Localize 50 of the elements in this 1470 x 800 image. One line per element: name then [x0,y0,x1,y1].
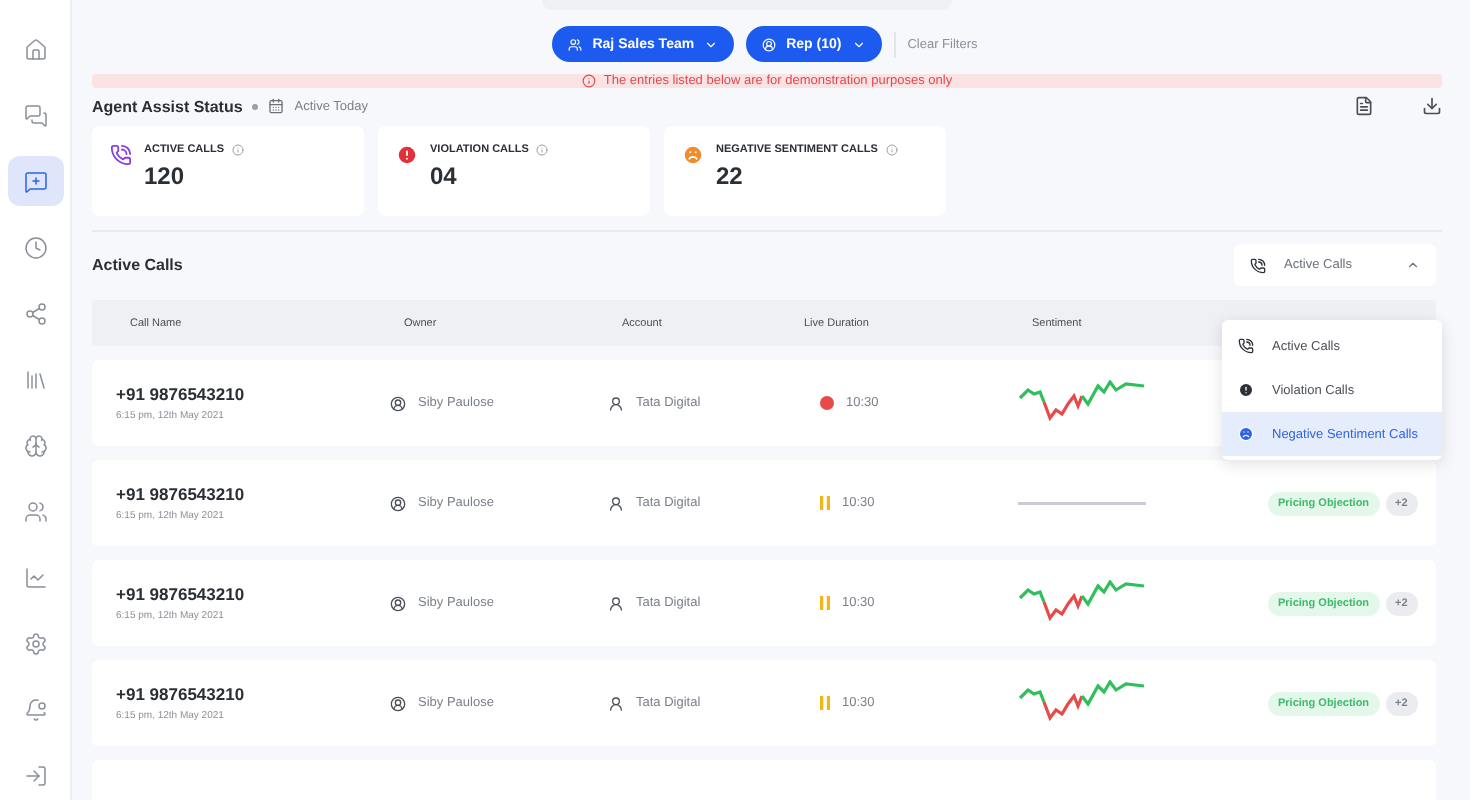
info-icon [885,144,898,156]
message-plus-icon [23,169,47,193]
dot-separator [252,103,259,109]
phone-icon [1250,257,1266,273]
chart-icon [23,565,47,589]
stat-value: 04 [430,162,459,190]
user-icon [390,395,406,411]
library-icon [23,367,47,391]
person-icon [608,395,624,411]
phone-icon [1238,338,1254,354]
status-title: Agent Assist Status [92,97,243,115]
alert-icon [1238,382,1254,398]
brain-icon [23,433,47,457]
info-icon [581,74,596,88]
clock-icon [23,235,47,259]
report-button[interactable] [1354,96,1374,116]
users-icon [568,37,583,51]
person-icon [608,495,624,511]
alert-icon [396,144,418,166]
phone-number: +91 9876543210 [116,584,247,604]
sad-face-icon [1238,426,1254,442]
phone-icon [110,144,132,166]
info-icon [232,144,245,156]
user-icon [762,37,777,51]
caret-icon [1406,258,1420,272]
info-icon [536,144,549,156]
calendar-icon [268,98,285,114]
user-icon [390,695,406,711]
share-icon [23,301,47,325]
phone-number: +91 9876543210 [116,384,247,404]
stat-value: 22 [716,162,745,190]
download-button[interactable] [1422,96,1442,116]
user-icon [390,595,406,611]
caret-icon [851,37,866,51]
sad-face-icon [682,144,704,166]
logout-icon [23,763,47,787]
person-icon [608,695,624,711]
stat-value: 120 [144,162,187,190]
section-title: Active Calls [92,256,183,274]
caret-icon [704,37,719,51]
user-icon [390,495,406,511]
settings-icon [23,631,47,655]
home-icon [23,37,47,61]
users-icon [23,499,47,523]
bell-icon [23,697,47,721]
phone-number: +91 9876543210 [116,484,247,504]
sidebar-item[interactable] [7,156,63,206]
phone-number: +91 9876543210 [116,684,247,704]
chat-icon [23,103,47,127]
person-icon [608,595,624,611]
